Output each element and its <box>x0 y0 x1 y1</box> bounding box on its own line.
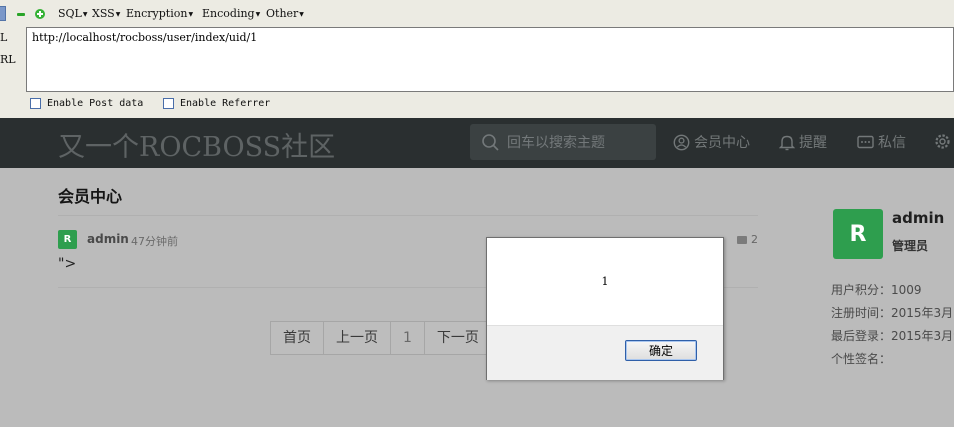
execute-url-label[interactable]: RL <box>0 53 16 66</box>
message-icon <box>857 135 874 148</box>
nav-messages[interactable]: 私信 <box>857 132 906 152</box>
post-time: 47分钟前 <box>131 235 178 248</box>
menu-encryption[interactable]: Encryption▼ <box>126 7 193 20</box>
post-username[interactable]: admin <box>87 232 129 246</box>
profile-points: 用户积分：1009 <box>831 283 922 297</box>
page-first-button[interactable]: 首页 <box>271 322 324 354</box>
search-box[interactable]: 回车以搜索主题 <box>470 124 656 160</box>
profile-name: admin <box>892 209 945 227</box>
menu-xss[interactable]: XSS▼ <box>92 7 120 20</box>
page-next-button[interactable]: 下一页 <box>425 322 491 354</box>
enable-post-label: Enable Post data <box>47 98 144 109</box>
bell-icon <box>779 135 795 150</box>
site-header: 又一个ROCBOSS社区 回车以搜索主题 会员中心 提醒 私信 <box>0 118 954 168</box>
ok-button[interactable]: 确定 <box>625 340 697 361</box>
hackbar-toolbar: SQL▼ XSS▼ Encryption▼ Encoding▼ Other▼ L… <box>0 0 954 119</box>
nav-notifications[interactable]: 提醒 <box>779 132 827 152</box>
dropdown-arrow-icon: ▼ <box>255 10 261 18</box>
enable-referrer-option[interactable]: Enable Referrer <box>163 98 270 109</box>
nav-notifications-label: 提醒 <box>799 135 827 151</box>
page-prev-button[interactable]: 上一页 <box>324 322 391 354</box>
user-circle-icon <box>673 134 690 150</box>
enable-post-checkbox[interactable] <box>30 98 41 109</box>
avatar[interactable]: R <box>58 230 77 249</box>
menu-sql[interactable]: SQL▼ <box>58 7 87 20</box>
alert-dialog: 1 确定 <box>486 237 724 380</box>
dropdown-arrow-icon: ▼ <box>115 10 121 18</box>
post-text[interactable]: "> <box>58 256 76 272</box>
nav-settings[interactable] <box>933 132 954 151</box>
page-content: 会员中心 R admin 47分钟前 "> 2 首页 上一页 1 下一页 R a… <box>0 168 954 427</box>
profile-last-login: 最后登录：2015年3月9 <box>831 329 954 343</box>
profile-role: 管理员 <box>892 239 929 253</box>
search-icon <box>482 133 499 151</box>
page-title: 会员中心 <box>58 187 123 206</box>
pagination: 首页 上一页 1 下一页 <box>270 321 492 355</box>
dropdown-arrow-icon: ▼ <box>188 10 194 18</box>
divider <box>58 215 758 216</box>
alert-message: 1 <box>601 275 609 288</box>
dropdown-arrow-icon: ▼ <box>82 10 88 18</box>
nav-messages-label: 私信 <box>878 135 906 151</box>
dropdown-arrow-icon: ▼ <box>299 10 304 18</box>
nav-member-center-label: 会员中心 <box>694 135 750 151</box>
menu-other[interactable]: Other▼ <box>266 7 304 20</box>
comment-icon <box>737 235 747 244</box>
nav-member-center[interactable]: 会员中心 <box>673 132 750 152</box>
menu-encoding[interactable]: Encoding▼ <box>202 7 260 20</box>
page-current: 1 <box>391 322 425 354</box>
hackbar-menu: SQL▼ XSS▼ Encryption▼ Encoding▼ Other▼ <box>0 4 954 24</box>
enable-post-option[interactable]: Enable Post data <box>30 98 143 109</box>
site-logo[interactable]: 又一个ROCBOSS社区 <box>58 125 335 164</box>
reply-count: 2 <box>737 233 758 246</box>
alert-footer: 确定 <box>487 325 723 380</box>
profile-avatar: R <box>833 209 883 259</box>
enable-referrer-checkbox[interactable] <box>163 98 174 109</box>
url-textarea[interactable]: http://localhost/rocboss/user/index/uid/… <box>26 27 954 92</box>
search-placeholder: 回车以搜索主题 <box>507 135 605 151</box>
profile-signature: 个性签名： <box>831 352 892 366</box>
profile-register-time: 注册时间：2015年3月 <box>831 306 954 320</box>
gear-icon <box>935 134 950 149</box>
enable-referrer-label: Enable Referrer <box>180 98 271 109</box>
load-url-label[interactable]: L <box>0 31 7 44</box>
